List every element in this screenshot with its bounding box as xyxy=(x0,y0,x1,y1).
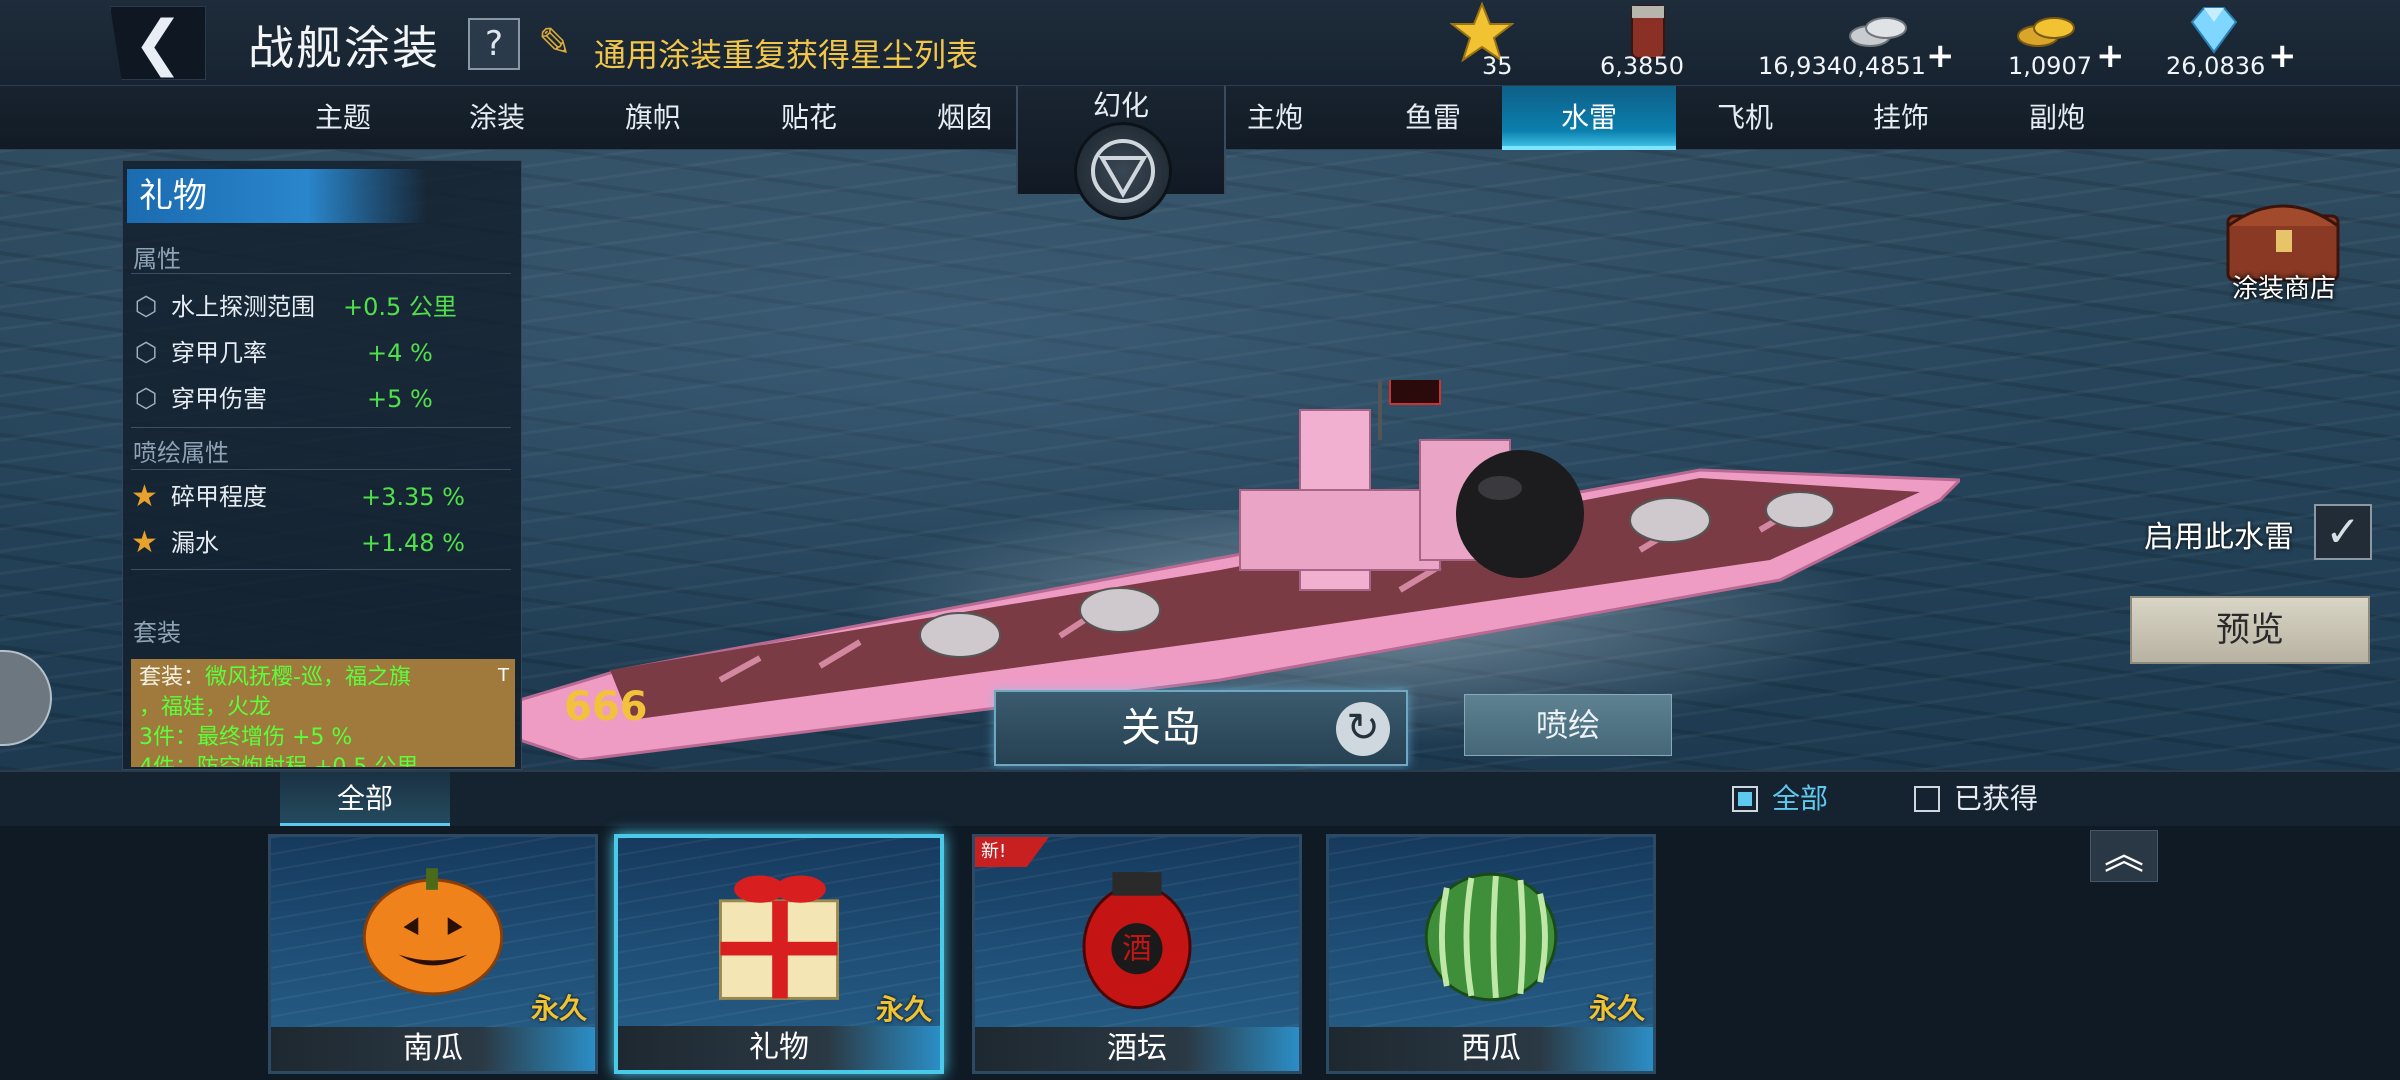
attribute-name: 碎甲程度 xyxy=(171,483,267,511)
item-card-wine-jar[interactable]: 酒 新! 酒坛 xyxy=(972,834,1302,1074)
permanent-tag: 永久 xyxy=(1588,992,1645,1025)
permanent-tag: 永久 xyxy=(530,992,587,1025)
flag xyxy=(1389,380,1441,405)
resource-value: 26,0836 xyxy=(2166,52,2266,80)
attribute-row: ⬡ 穿甲几率 +4 % xyxy=(131,333,511,373)
hexagon-icon: ⬡ xyxy=(134,338,158,368)
resource-value: 16,9340,4851 xyxy=(1758,52,1926,80)
page-title: 战舰涂装 xyxy=(248,21,440,75)
permanent-tag: 永久 xyxy=(875,993,932,1026)
refresh-icon[interactable]: ↻ xyxy=(1336,702,1390,756)
tab-secondary-gun[interactable]: 副炮 xyxy=(1982,86,2132,150)
item-info-panel: 礼物 属性 ⬡ 水上探测范围 +0.5 公里 ⬡ 穿甲几率 +4 % ⬡ 穿甲伤… xyxy=(122,160,522,770)
divider xyxy=(131,273,511,274)
hexagon-icon: ⬡ xyxy=(134,384,158,414)
hexagon-icon: ⬡ xyxy=(134,292,158,322)
star-icon: ★ xyxy=(131,479,158,514)
resource-silver: 16,9340,4851 + xyxy=(1758,0,1978,86)
spray-button[interactable]: 喷绘 xyxy=(1464,694,1672,756)
morph-label: 幻化 xyxy=(1092,89,1149,122)
resource-value: 6,3850 xyxy=(1600,52,1684,80)
attribute-value: +1.48 % xyxy=(361,529,465,557)
attribute-value: +5 % xyxy=(367,385,433,413)
tab-sea-mine[interactable]: 水雷 xyxy=(1502,86,1676,150)
sea-mine-preview xyxy=(1456,450,1584,578)
divider xyxy=(131,427,511,428)
attribute-value: +3.35 % xyxy=(361,483,465,511)
ship-name: 关岛 xyxy=(1121,705,1201,751)
tab-theme[interactable]: 主题 xyxy=(268,86,418,150)
tab-decal[interactable]: 贴花 xyxy=(734,86,884,150)
add-diamond-button[interactable]: + xyxy=(2268,36,2297,76)
checkbox-checked-icon xyxy=(1732,786,1758,812)
star-icon: ★ xyxy=(131,525,158,560)
enable-mine-label: 启用此水雷 xyxy=(2144,520,2294,555)
filter-owned-checkbox[interactable]: 已获得 xyxy=(1914,784,2038,814)
attribute-name: 水上探测范围 xyxy=(171,293,315,321)
item-shelf: 全部 全部 已获得 ︽ 永久 南瓜 永久 礼物 酒 新! 酒坛 永久 西瓜 xyxy=(0,770,2400,1080)
set-heading: 套装 xyxy=(133,619,181,647)
resource-paint: 6,3850 xyxy=(1600,0,1720,86)
help-button[interactable]: ? xyxy=(468,18,520,70)
attribute-name: 漏水 xyxy=(171,529,219,557)
item-title: 礼物 xyxy=(127,169,427,223)
enable-mine-checkbox[interactable]: ✓ xyxy=(2314,504,2372,560)
spray-attributes-heading: 喷绘属性 xyxy=(133,439,229,467)
scroll-marker: T xyxy=(498,665,509,686)
svg-text:666: 666 xyxy=(564,684,648,730)
item-name: 西瓜 xyxy=(1329,1027,1653,1071)
set-bonus-box: 套装：微风抚樱-巡，福之旗 ，福娃，火龙 3件：最终增伤 +5 % 4件：防空炮… xyxy=(131,659,515,767)
item-name: 南瓜 xyxy=(271,1027,595,1071)
paint-shop-label[interactable]: 涂装商店 xyxy=(2232,268,2336,305)
divider xyxy=(131,569,511,570)
stardust-list-link[interactable]: 通用涂装重复获得星尘列表 xyxy=(594,30,978,76)
item-name: 礼物 xyxy=(618,1026,940,1070)
checkbox-empty-icon xyxy=(1914,786,1940,812)
tab-paint[interactable]: 涂装 xyxy=(422,86,572,150)
filter-strip: 全部 全部 已获得 xyxy=(0,772,2400,826)
attribute-value: +4 % xyxy=(367,339,433,367)
tab-flag[interactable]: 旗帜 xyxy=(578,86,728,150)
filter-all-checkbox[interactable]: 全部 xyxy=(1732,784,1828,814)
morph-tab[interactable]: 幻化 xyxy=(1016,86,1226,220)
attribute-row: ⬡ 水上探测范围 +0.5 公里 xyxy=(131,287,511,327)
attributes-heading: 属性 xyxy=(133,245,181,273)
item-card-watermelon[interactable]: 永久 西瓜 xyxy=(1326,834,1656,1074)
svg-text:酒: 酒 xyxy=(1122,932,1151,966)
spray-attribute-row: ★ 漏水 +1.48 % xyxy=(131,523,511,563)
attribute-row: ⬡ 穿甲伤害 +5 % xyxy=(131,379,511,419)
tab-torpedo[interactable]: 鱼雷 xyxy=(1358,86,1508,150)
collapse-shelf-button[interactable]: ︽ xyxy=(2090,830,2158,882)
preview-button[interactable]: 预览 xyxy=(2130,596,2370,664)
add-gold-button[interactable]: + xyxy=(2096,36,2125,76)
ship-bridge xyxy=(1239,489,1441,571)
item-name: 酒坛 xyxy=(975,1027,1299,1071)
tab-aircraft[interactable]: 飞机 xyxy=(1670,86,1820,150)
category-all-tab[interactable]: 全部 xyxy=(280,772,450,826)
attribute-value: +0.5 公里 xyxy=(343,293,457,321)
back-button[interactable]: ❮ xyxy=(110,6,206,80)
resource-diamond: 26,0836 + xyxy=(2164,0,2304,86)
item-card-pumpkin[interactable]: 永久 南瓜 xyxy=(268,834,598,1074)
top-bar: ❮ 战舰涂装 ? ✎ 通用涂装重复获得星尘列表 35 6,3850 16,934… xyxy=(0,0,2400,86)
attribute-name: 穿甲几率 xyxy=(171,339,267,367)
add-silver-button[interactable]: + xyxy=(1926,36,1955,76)
morph-triangle-icon xyxy=(1074,122,1172,220)
back-arrow-icon: ❮ xyxy=(132,8,184,78)
tab-ornament[interactable]: 挂饰 xyxy=(1826,86,1976,150)
resource-value: 35 xyxy=(1482,52,1513,80)
spray-attribute-row: ★ 碎甲程度 +3.35 % xyxy=(131,477,511,517)
resource-star: 35 xyxy=(1450,0,1530,86)
resource-value: 1,0907 xyxy=(2008,52,2092,80)
attribute-name: 穿甲伤害 xyxy=(171,385,267,413)
item-card-gift[interactable]: 永久 礼物 xyxy=(614,834,944,1074)
stardust-icon: ✎ xyxy=(538,20,572,66)
divider xyxy=(131,469,511,470)
resource-gold: 1,0907 + xyxy=(2006,0,2126,86)
ship-selector-button[interactable]: 关岛 ↻ xyxy=(994,690,1408,766)
